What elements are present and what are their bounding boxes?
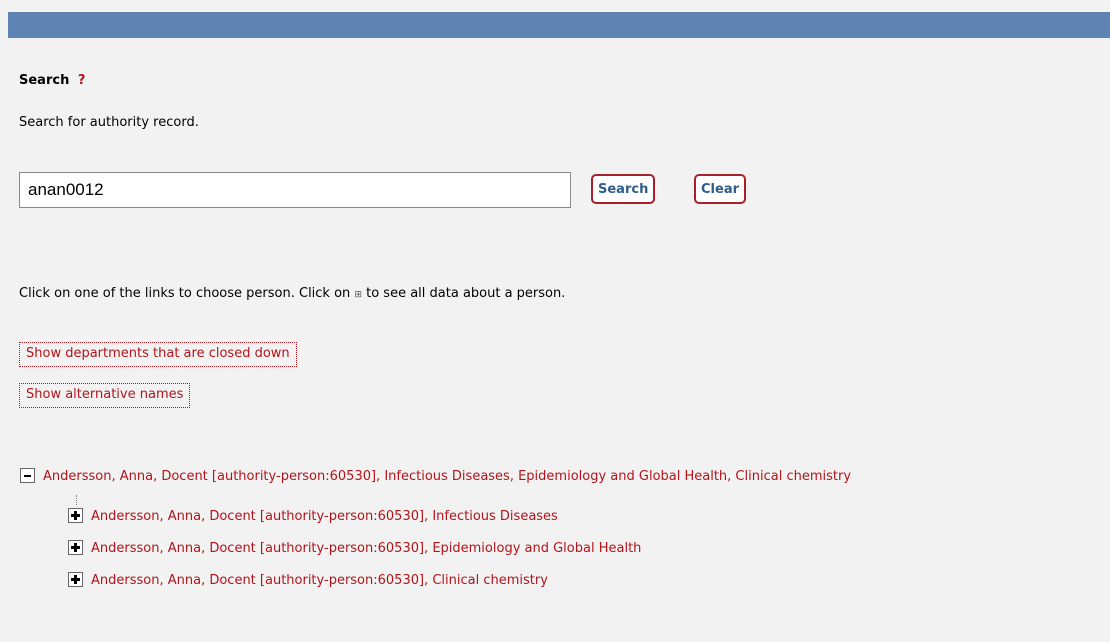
show-closed-departments-link[interactable]: Show departments that are closed down <box>19 342 297 367</box>
search-description: Search for authority record. <box>19 115 199 130</box>
tree-root-link[interactable]: Andersson, Anna, Docent [authority-perso… <box>43 469 851 484</box>
tree-root-node: Andersson, Anna, Docent [authority-perso… <box>19 464 1104 489</box>
tree-child-link[interactable]: Andersson, Anna, Docent [authority-perso… <box>91 509 558 524</box>
search-heading: Search ? <box>19 73 85 88</box>
tree-child-node: Andersson, Anna, Docent [authority-perso… <box>68 537 641 569</box>
search-heading-text: Search <box>19 73 70 88</box>
tree-child-node: Andersson, Anna, Docent [authority-perso… <box>68 569 641 601</box>
plus-box-icon[interactable] <box>68 540 83 555</box>
plus-box-icon[interactable] <box>68 572 83 587</box>
square-grid-icon: ⊞ <box>354 290 362 300</box>
search-button[interactable]: Search <box>591 174 656 204</box>
tree-children: Andersson, Anna, Docent [authority-perso… <box>68 495 641 601</box>
search-input[interactable] <box>19 172 571 208</box>
clear-button[interactable]: Clear <box>694 174 746 204</box>
show-alternative-names-link[interactable]: Show alternative names <box>19 383 191 408</box>
help-link[interactable]: ? <box>78 73 86 88</box>
instructions-before: Click on one of the links to choose pers… <box>19 286 351 301</box>
plus-box-icon[interactable] <box>68 508 83 523</box>
top-banner <box>8 12 1110 38</box>
tree-child-link[interactable]: Andersson, Anna, Docent [authority-perso… <box>91 573 548 588</box>
instructions-text: Click on one of the links to choose pers… <box>19 286 565 301</box>
tree-connector <box>76 495 78 505</box>
tree-child-node: Andersson, Anna, Docent [authority-perso… <box>68 495 641 537</box>
minus-box-icon[interactable] <box>20 468 35 483</box>
instructions-after: to see all data about a person. <box>366 286 566 301</box>
tree-child-link[interactable]: Andersson, Anna, Docent [authority-perso… <box>91 541 641 556</box>
